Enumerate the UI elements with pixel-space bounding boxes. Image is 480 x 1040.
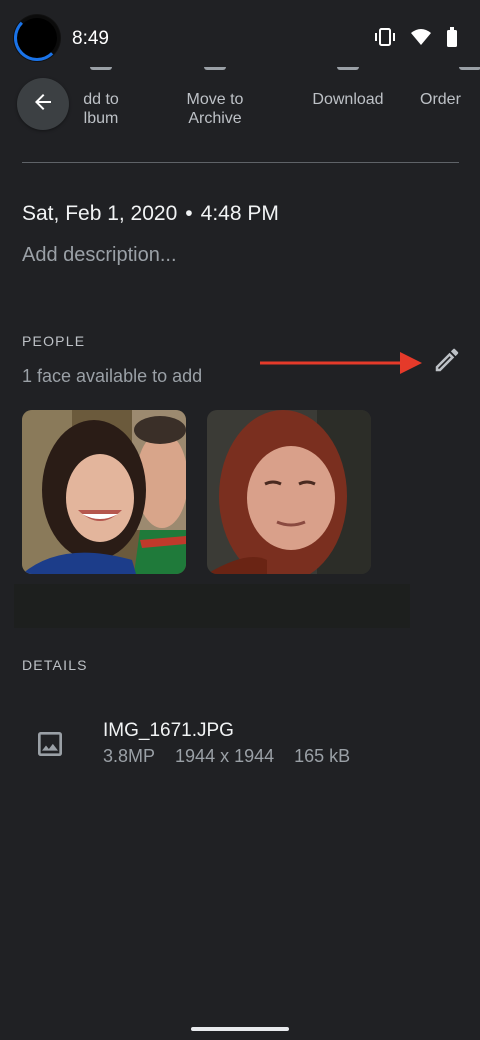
order-label: Order xyxy=(420,91,461,108)
time-text: 4:48 PM xyxy=(200,202,279,225)
date-text: Sat, Feb 1, 2020 xyxy=(22,202,178,225)
wifi-icon xyxy=(410,28,432,46)
battery-icon xyxy=(446,27,458,47)
people-heading: PEOPLE xyxy=(22,333,86,349)
face-thumbnail-2[interactable] xyxy=(207,410,371,574)
file-name: IMG_1671.JPG xyxy=(103,720,234,741)
faces-scroll-area xyxy=(14,584,410,628)
order-icon xyxy=(459,54,480,70)
order-button[interactable]: Order xyxy=(420,67,480,109)
download-label: Download xyxy=(312,91,384,108)
faces-available-note: 1 face available to add xyxy=(22,366,203,386)
download-button[interactable]: Download xyxy=(293,67,403,109)
divider xyxy=(22,162,459,163)
separator-dot: • xyxy=(185,202,193,225)
add-to-album-label: dd to lbum xyxy=(83,91,119,127)
file-megapixels: 3.8MP xyxy=(103,746,156,766)
back-button[interactable] xyxy=(17,78,69,130)
arrow-back-icon xyxy=(31,90,55,119)
move-to-archive-button[interactable]: Move to Archive xyxy=(160,67,270,128)
vibrate-icon xyxy=(374,27,396,47)
archive-icon xyxy=(204,54,226,70)
annotation-arrow xyxy=(260,350,424,381)
file-size: 165 kB xyxy=(294,746,351,766)
home-indicator[interactable] xyxy=(191,1027,289,1031)
move-to-archive-label: Move to Archive xyxy=(186,91,244,127)
description-field[interactable]: Add description... xyxy=(22,244,177,267)
details-heading: DETAILS xyxy=(22,657,88,673)
actions-row: dd to lbum Move to Archive Download Orde… xyxy=(0,50,480,150)
status-time: 8:49 xyxy=(72,28,109,49)
download-icon xyxy=(337,54,359,70)
pencil-icon xyxy=(432,348,462,379)
add-to-album-icon xyxy=(90,54,112,70)
file-dimensions: 1944 x 1944 xyxy=(175,746,275,766)
face-thumbnail-1[interactable] xyxy=(22,410,186,574)
file-metadata: 3.8MP 1944 x 1944 165 kB xyxy=(103,746,350,767)
date-time[interactable]: Sat, Feb 1, 2020 • 4:48 PM xyxy=(22,202,279,226)
edit-people-button[interactable] xyxy=(432,345,462,375)
image-icon xyxy=(34,728,66,760)
status-icons xyxy=(374,27,458,47)
